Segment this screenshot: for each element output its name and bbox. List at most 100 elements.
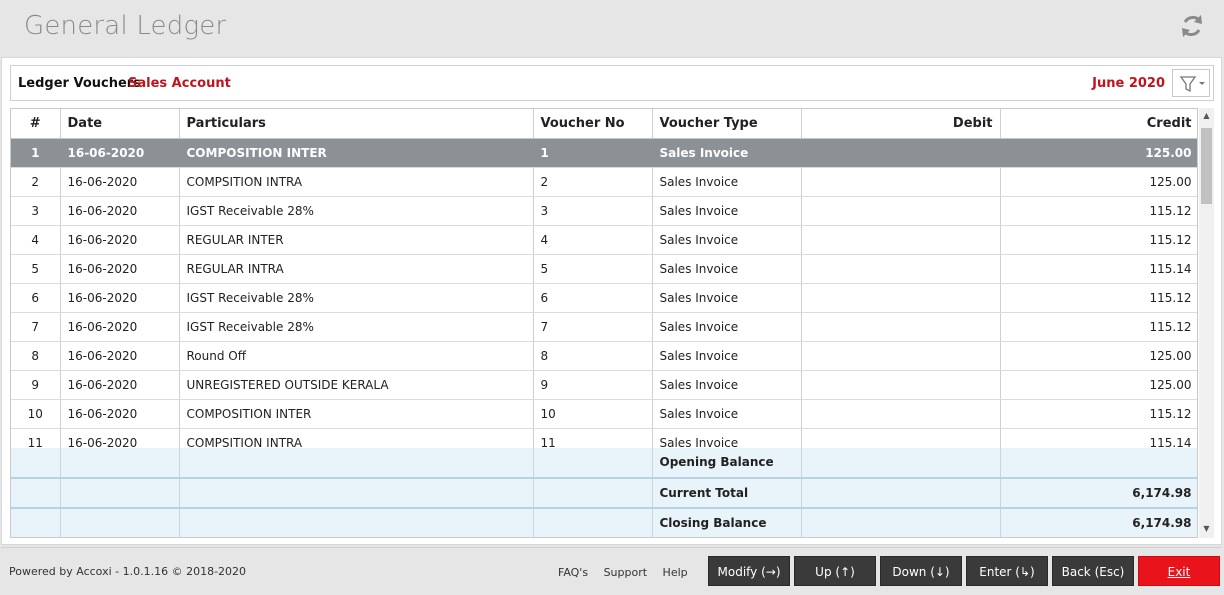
row-date: 16-06-2020 bbox=[60, 428, 180, 448]
row-particulars: IGST Receivable 28% bbox=[179, 312, 534, 342]
row-voucher-no: 11 bbox=[533, 428, 653, 448]
col-header-voucher-type[interactable]: Voucher Type bbox=[652, 109, 802, 139]
row-voucher-no: 6 bbox=[533, 283, 653, 313]
row-voucher-type: Sales Invoice bbox=[652, 225, 802, 255]
enter-button[interactable]: Enter (↳) bbox=[966, 556, 1048, 586]
table-row[interactable]: 10 16-06-2020 COMPOSITION INTER 10 Sales Inv… bbox=[11, 399, 1197, 429]
closing-debit bbox=[801, 507, 1001, 537]
row-debit bbox=[801, 196, 1001, 226]
table-row[interactable]: 7 16-06-2020 IGST Receivable 28% 7 Sales Inv… bbox=[11, 312, 1197, 342]
title-bar: General Ledger bbox=[0, 0, 1224, 57]
faq-link[interactable]: FAQ's bbox=[558, 566, 588, 579]
vertical-scrollbar[interactable]: ▲ ▼ bbox=[1199, 108, 1214, 538]
closing-credit: 6,174.98 bbox=[1000, 507, 1197, 537]
row-voucher-no: 8 bbox=[533, 341, 653, 371]
account-name: Sales Account bbox=[128, 76, 231, 91]
row-voucher-no: 10 bbox=[533, 399, 653, 429]
filter-button[interactable] bbox=[1172, 69, 1210, 97]
col-header-particulars[interactable]: Particulars bbox=[179, 109, 534, 139]
up-button[interactable]: Up (↑) bbox=[794, 556, 876, 586]
back-button[interactable]: Back (Esc) bbox=[1052, 556, 1134, 586]
refresh-icon[interactable] bbox=[1176, 10, 1208, 42]
row-date: 16-06-2020 bbox=[60, 283, 180, 313]
support-link[interactable]: Support bbox=[604, 566, 647, 579]
row-particulars: COMPOSITION INTER bbox=[179, 399, 534, 429]
row-credit: 115.14 bbox=[1000, 254, 1197, 284]
row-number: 6 bbox=[11, 283, 61, 313]
row-particulars: UNREGISTERED OUTSIDE KERALA bbox=[179, 370, 534, 400]
vouchers-table: # Date Particulars Voucher No Voucher Ty… bbox=[10, 108, 1198, 538]
row-date: 16-06-2020 bbox=[60, 167, 180, 197]
row-number: 3 bbox=[11, 196, 61, 226]
opening-debit bbox=[801, 447, 1001, 479]
col-header-voucher-no[interactable]: Voucher No bbox=[533, 109, 653, 139]
row-credit: 115.14 bbox=[1000, 428, 1197, 448]
row-date: 16-06-2020 bbox=[60, 138, 180, 168]
scroll-down-icon[interactable]: ▼ bbox=[1202, 524, 1211, 534]
row-number: 9 bbox=[11, 370, 61, 400]
row-debit bbox=[801, 370, 1001, 400]
scroll-up-icon[interactable]: ▲ bbox=[1202, 111, 1211, 121]
row-number: 7 bbox=[11, 312, 61, 342]
footer-links: FAQ's Support Help bbox=[558, 566, 700, 579]
page-title: General Ledger bbox=[24, 11, 227, 41]
col-header-debit[interactable]: Debit bbox=[801, 109, 1001, 139]
row-credit: 125.00 bbox=[1000, 167, 1197, 197]
row-number: 11 bbox=[11, 428, 61, 448]
table-row[interactable]: 5 16-06-2020 REGULAR INTRA 5 Sales Invoice 11… bbox=[11, 254, 1197, 284]
summary-row-current: Current Total 6,174.98 bbox=[11, 477, 1197, 509]
row-date: 16-06-2020 bbox=[60, 399, 180, 429]
row-particulars: IGST Receivable 28% bbox=[179, 283, 534, 313]
row-date: 16-06-2020 bbox=[60, 196, 180, 226]
row-voucher-no: 9 bbox=[533, 370, 653, 400]
row-voucher-type: Sales Invoice bbox=[652, 254, 802, 284]
row-credit: 115.12 bbox=[1000, 312, 1197, 342]
row-particulars: REGULAR INTRA bbox=[179, 254, 534, 284]
table-row[interactable]: 1 16-06-2020 COMPOSITION INTER 1 Sales Invoi… bbox=[11, 138, 1197, 168]
summary-section: Opening Balance Current Total 6,174.98 Cl… bbox=[11, 447, 1197, 537]
row-credit: 125.00 bbox=[1000, 138, 1197, 168]
row-particulars: REGULAR INTER bbox=[179, 225, 534, 255]
row-number: 10 bbox=[11, 399, 61, 429]
row-voucher-no: 3 bbox=[533, 196, 653, 226]
table-row[interactable]: 4 16-06-2020 REGULAR INTER 4 Sales Invoice 11… bbox=[11, 225, 1197, 255]
row-debit bbox=[801, 283, 1001, 313]
row-number: 4 bbox=[11, 225, 61, 255]
row-particulars: COMPSITION INTRA bbox=[179, 167, 534, 197]
down-button[interactable]: Down (↓) bbox=[880, 556, 962, 586]
table-row[interactable]: 11 16-06-2020 COMPSITION INTRA 11 Sales Invo… bbox=[11, 428, 1197, 448]
table-row[interactable]: 3 16-06-2020 IGST Receivable 28% 3 Sales Inv… bbox=[11, 196, 1197, 226]
row-credit: 115.12 bbox=[1000, 283, 1197, 313]
row-particulars: COMPOSITION INTER bbox=[179, 138, 534, 168]
modify-button[interactable]: Modify (→) bbox=[708, 556, 790, 586]
current-credit: 6,174.98 bbox=[1000, 477, 1197, 509]
row-particulars: COMPSITION INTRA bbox=[179, 428, 534, 448]
table-row[interactable]: 8 16-06-2020 Round Off 8 Sales Invoice 125.00 bbox=[11, 341, 1197, 371]
row-voucher-no: 5 bbox=[533, 254, 653, 284]
row-voucher-type: Sales Invoice bbox=[652, 428, 802, 448]
table-row[interactable]: 6 16-06-2020 IGST Receivable 28% 6 Sales Inv… bbox=[11, 283, 1197, 313]
row-debit bbox=[801, 341, 1001, 371]
scroll-thumb[interactable] bbox=[1201, 128, 1212, 204]
table-row[interactable]: 9 16-06-2020 UNREGISTERED OUTSIDE KERALA 9 S… bbox=[11, 370, 1197, 400]
help-link[interactable]: Help bbox=[663, 566, 688, 579]
row-voucher-type: Sales Invoice bbox=[652, 341, 802, 371]
row-date: 16-06-2020 bbox=[60, 225, 180, 255]
current-debit bbox=[801, 477, 1001, 509]
row-voucher-type: Sales Invoice bbox=[652, 283, 802, 313]
table-row[interactable]: 2 16-06-2020 COMPSITION INTRA 2 Sales Invoic… bbox=[11, 167, 1197, 197]
exit-button[interactable]: Exit bbox=[1138, 556, 1220, 586]
row-date: 16-06-2020 bbox=[60, 312, 180, 342]
current-total-label: Current Total bbox=[652, 477, 802, 509]
row-voucher-no: 4 bbox=[533, 225, 653, 255]
col-header-credit[interactable]: Credit bbox=[1000, 109, 1197, 139]
ledger-subheader: Ledger Vouchers Sales Account June 2020 bbox=[10, 65, 1214, 101]
summary-row-closing: Closing Balance 6,174.98 bbox=[11, 507, 1197, 537]
table-body[interactable]: 1 16-06-2020 COMPOSITION INTER 1 Sales Invoi… bbox=[11, 138, 1197, 448]
row-number: 2 bbox=[11, 167, 61, 197]
row-credit: 115.12 bbox=[1000, 225, 1197, 255]
row-date: 16-06-2020 bbox=[60, 254, 180, 284]
col-header-date[interactable]: Date bbox=[60, 109, 180, 139]
row-voucher-type: Sales Invoice bbox=[652, 196, 802, 226]
col-header-number[interactable]: # bbox=[11, 109, 61, 139]
